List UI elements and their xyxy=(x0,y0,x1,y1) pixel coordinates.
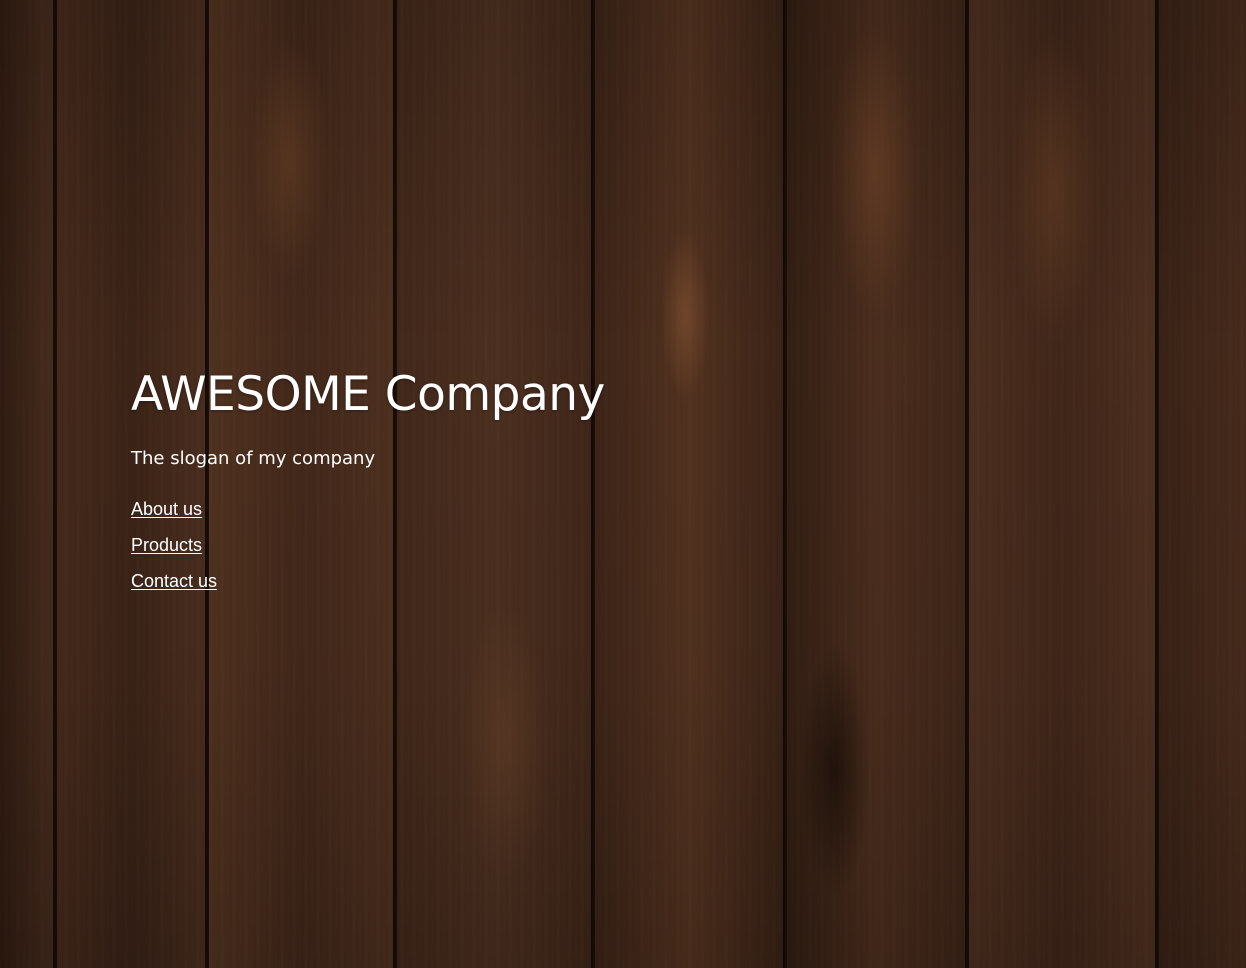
contact-us-link[interactable]: Contact us xyxy=(131,571,217,591)
wood-knot xyxy=(830,20,920,320)
nav-item-contact: Contact us xyxy=(131,570,831,606)
wood-knot xyxy=(1010,30,1100,350)
products-link[interactable]: Products xyxy=(131,535,202,555)
about-us-link[interactable]: About us xyxy=(131,499,202,519)
company-slogan: The slogan of my company xyxy=(131,448,376,469)
wood-knot xyxy=(460,600,550,880)
wood-knot xyxy=(800,640,870,900)
wood-plank xyxy=(1159,0,1246,968)
plank-seam xyxy=(53,0,57,968)
plank-seam xyxy=(1155,0,1159,968)
plank-seam xyxy=(965,0,969,968)
main-nav: About us Products Contact us xyxy=(131,498,831,606)
company-title: AWESOME Company xyxy=(131,367,605,422)
wood-plank xyxy=(0,0,55,968)
wood-knot xyxy=(250,40,330,280)
nav-item-about: About us xyxy=(131,498,831,534)
nav-item-products: Products xyxy=(131,534,831,570)
hero-section: AWESOME Company The slogan of my company… xyxy=(131,366,831,606)
